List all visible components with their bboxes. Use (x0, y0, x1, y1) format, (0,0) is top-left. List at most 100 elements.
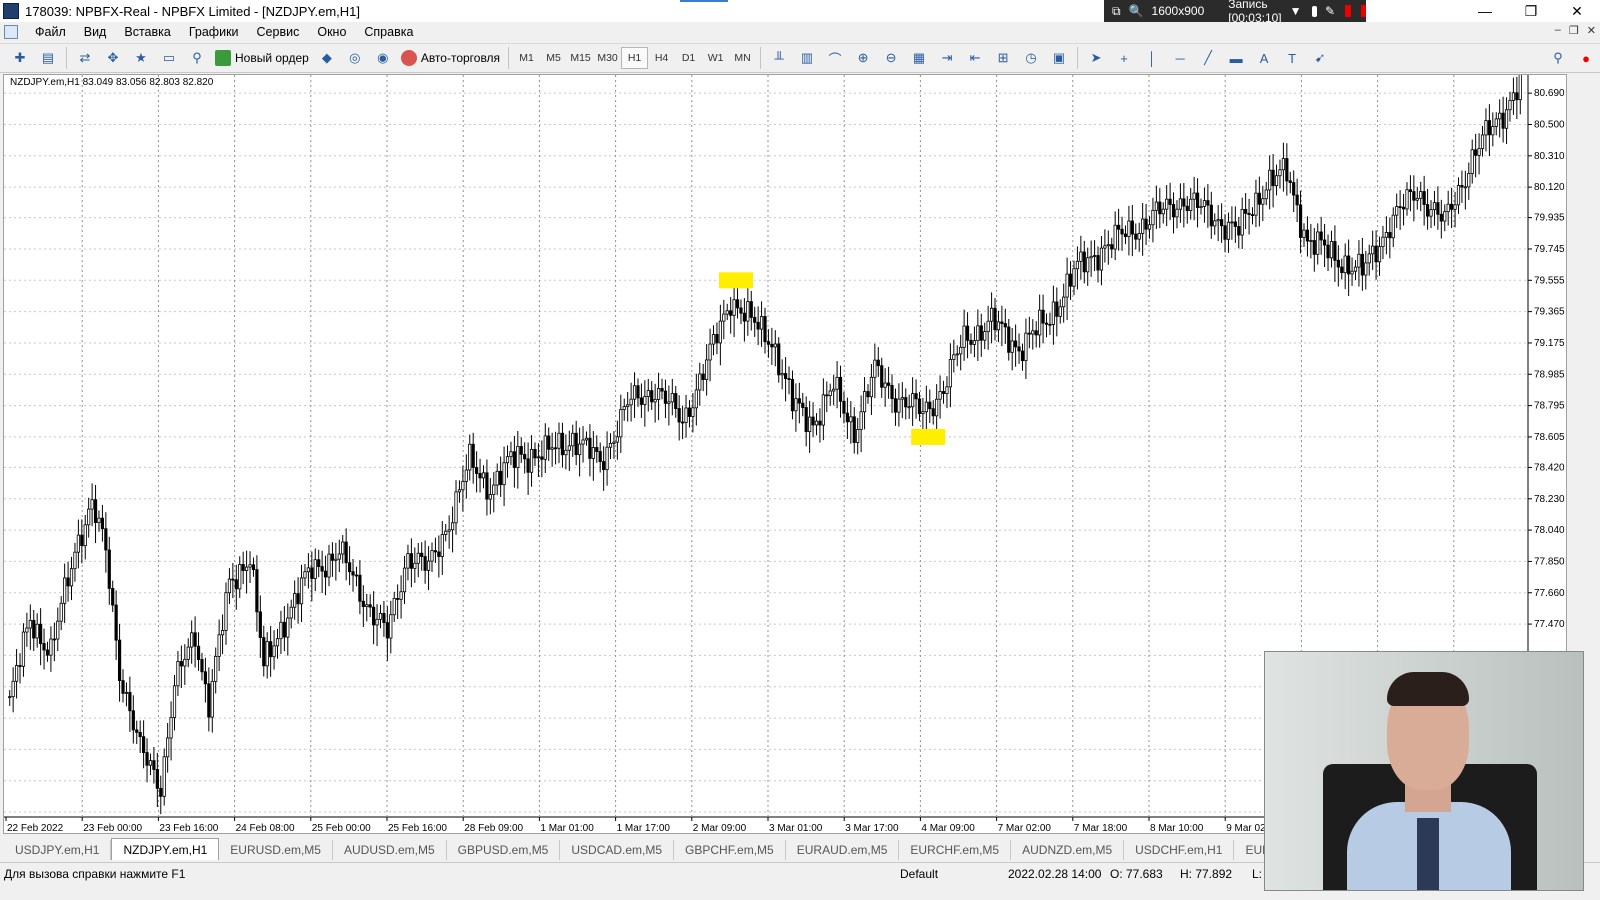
tab-nzdjpy-h1[interactable]: NZDJPY.em,H1 (111, 838, 220, 860)
bear-candle (159, 787, 163, 797)
chart-shift-icon[interactable]: ⇥ (936, 47, 958, 69)
new-order-icon (215, 50, 231, 66)
bear-candle (777, 343, 781, 376)
terminal-icon[interactable]: ★ (130, 47, 152, 69)
close-button[interactable]: ✕ (1554, 0, 1600, 22)
stop-record-icon[interactable] (1360, 5, 1366, 17)
arrows-icon[interactable]: ➹ (1309, 47, 1331, 69)
mdi-minimize-button[interactable]: – (1555, 24, 1561, 37)
bear-candle (1450, 203, 1454, 210)
search-icon[interactable]: ⚲ (1547, 47, 1569, 69)
bear-candle (526, 458, 530, 473)
menu-charts[interactable]: Графики (180, 25, 248, 39)
time-label: 1 Mar 01:00 (540, 823, 594, 834)
text-icon[interactable]: A (1253, 47, 1275, 69)
crosshair-icon[interactable]: + (1113, 47, 1135, 69)
time-label: 8 Mar 10:00 (1150, 823, 1204, 834)
templates-icon[interactable]: ▣ (1048, 47, 1070, 69)
pause-icon[interactable] (1345, 5, 1351, 17)
timeframe-mn[interactable]: MN (729, 47, 756, 69)
signals-icon[interactable]: ◎ (344, 47, 366, 69)
menu-file[interactable]: Файл (26, 25, 75, 39)
maximize-button[interactable]: ❐ (1508, 0, 1554, 22)
bear-candle (358, 574, 362, 602)
new-order-label: Новый ордер (235, 51, 309, 65)
timeframe-d1[interactable]: D1 (675, 47, 702, 69)
autoscroll-icon[interactable]: ⇤ (964, 47, 986, 69)
bear-candle (1034, 330, 1038, 336)
zoom-in-icon[interactable]: ⊕ (852, 47, 874, 69)
vertical-line-icon[interactable]: │ (1141, 47, 1163, 69)
screen-icon[interactable]: ⧉ (1112, 4, 1121, 19)
tab-audusd-m5[interactable]: AUDUSD.em,M5 (333, 840, 447, 860)
indicators-icon[interactable]: ⊞ (992, 47, 1014, 69)
bar-chart-icon[interactable]: ╨ (768, 47, 790, 69)
tab-gbpusd-m5[interactable]: GBPUSD.em,M5 (447, 840, 561, 860)
tab-usdchf-h1[interactable]: USDCHF.em,H1 (1124, 840, 1235, 860)
timeframe-m1[interactable]: M1 (513, 47, 540, 69)
mdi-close-button[interactable]: ✕ (1587, 24, 1596, 37)
profiles-icon[interactable]: ▤ (37, 47, 59, 69)
menu-view[interactable]: Вид (75, 25, 116, 39)
bull-candle (1113, 224, 1117, 250)
menu-tools[interactable]: Сервис (248, 25, 309, 39)
camera-icon[interactable] (1311, 5, 1317, 17)
timeframe-m30[interactable]: M30 (594, 47, 621, 69)
minimize-button[interactable]: — (1462, 0, 1508, 22)
bull-candle (1051, 301, 1055, 325)
bull-candle (989, 307, 994, 322)
text-label-icon[interactable]: T (1281, 47, 1303, 69)
tab-usdjpy-h1[interactable]: USDJPY.em,H1 (4, 840, 112, 860)
market-watch-icon[interactable]: ⇄ (74, 47, 96, 69)
notification-icon[interactable]: ● (1575, 47, 1597, 69)
new-order-button[interactable]: Новый ордер (211, 47, 313, 69)
bull-candle (306, 567, 310, 573)
document-icon[interactable] (4, 25, 18, 39)
bull-candle (1316, 231, 1320, 255)
tester-icon[interactable]: ⚲ (186, 47, 208, 69)
periodicity-icon[interactable]: ◷ (1020, 47, 1042, 69)
line-chart-icon[interactable]: ⌒ (824, 47, 846, 69)
cursor-icon[interactable]: ➤ (1085, 47, 1107, 69)
candlestick-icon[interactable]: ▥ (796, 47, 818, 69)
channel-icon[interactable]: ▬ (1225, 47, 1247, 69)
zoom-out-icon[interactable]: ⊖ (880, 47, 902, 69)
tab-usdcad-m5[interactable]: USDCAD.em,M5 (560, 840, 675, 860)
pen-icon[interactable]: ✎ (1325, 4, 1335, 18)
trendline-icon[interactable]: ╱ (1197, 47, 1219, 69)
tab-euraud-m5[interactable]: EURAUD.em,M5 (786, 840, 900, 860)
bear-candle (241, 564, 245, 571)
mdi-restore-button[interactable]: ❐ (1569, 24, 1579, 37)
bull-candle (454, 491, 458, 524)
bear-candle (1048, 323, 1052, 326)
timeframe-m5[interactable]: M5 (540, 47, 567, 69)
timeframe-m15[interactable]: M15 (567, 47, 594, 69)
bull-candle (468, 443, 472, 471)
menu-insert[interactable]: Вставка (115, 25, 179, 39)
bear-candle (1017, 346, 1021, 352)
autotrading-button[interactable]: Авто-торговля (397, 47, 504, 69)
bull-candle (869, 376, 874, 398)
bull-candle (1079, 251, 1083, 262)
zoom-icon[interactable]: 🔍 (1129, 4, 1144, 18)
timeframe-h1[interactable]: H1 (621, 47, 649, 69)
bull-candle (955, 353, 959, 356)
meta-editor-icon[interactable]: ◆ (316, 47, 338, 69)
data-window-icon[interactable]: ▭ (158, 47, 180, 69)
timeframe-w1[interactable]: W1 (702, 47, 729, 69)
chevron-down-icon[interactable]: ▼ (1290, 4, 1302, 18)
tile-windows-icon[interactable]: ▦ (908, 47, 930, 69)
navigator-icon[interactable]: ✥ (102, 47, 124, 69)
tab-audnzd-m5[interactable]: AUDNZD.em,M5 (1011, 840, 1125, 860)
menu-help[interactable]: Справка (355, 25, 422, 39)
bull-candle (1371, 245, 1375, 255)
tab-eurchf-m5[interactable]: EURCHF.em,M5 (899, 840, 1012, 860)
menu-window[interactable]: Окно (308, 25, 355, 39)
tab-eurusd-m5[interactable]: EURUSD.em,M5 (219, 840, 333, 860)
horizontal-line-icon[interactable]: ─ (1169, 47, 1191, 69)
vps-icon[interactable]: ◉ (372, 47, 394, 69)
new-chart-icon[interactable]: ✚ (9, 47, 31, 69)
timeframe-h4[interactable]: H4 (648, 47, 675, 69)
tab-gbpchf-m5[interactable]: GBPCHF.em,M5 (674, 840, 786, 860)
bull-candle (983, 331, 987, 341)
